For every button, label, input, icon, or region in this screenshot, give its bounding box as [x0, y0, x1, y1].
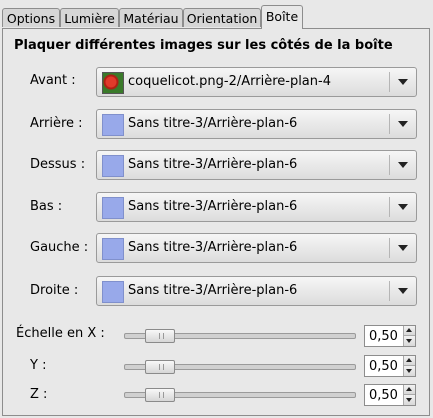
spin-up-icon[interactable] [403, 326, 415, 336]
tab-options[interactable]: Options [2, 8, 60, 27]
face-label-droite: Droite : [30, 283, 79, 298]
combo-separator [389, 155, 390, 175]
scale-y-label: Y : [30, 358, 47, 373]
spin-up-icon[interactable] [403, 356, 415, 366]
face-label-dessus: Dessus : [30, 157, 86, 172]
spin-value: 0,50 [369, 329, 398, 344]
poppy-thumbnail-icon [102, 72, 124, 94]
scale-z-spinbutton[interactable]: 0,50 [364, 384, 416, 406]
scale-z-label: Z : [30, 387, 48, 402]
face-label-arriere: Arrière : [30, 116, 83, 131]
blue-swatch-icon [102, 155, 124, 177]
blue-swatch-icon [102, 238, 124, 260]
chevron-down-icon [398, 204, 408, 210]
tab-materiau[interactable]: Matériau [119, 8, 183, 27]
face-combo-value: Sans titre-3/Arrière-plan-6 [128, 116, 298, 131]
scale-y-spinbutton[interactable]: 0,50 [364, 355, 416, 377]
chevron-down-icon [398, 288, 408, 294]
spin-down-icon[interactable] [403, 336, 415, 346]
scale-x-spinbutton[interactable]: 0,50 [364, 325, 416, 347]
tab-label: Matériau [123, 11, 179, 26]
face-combo-value: Sans titre-3/Arrière-plan-6 [128, 199, 298, 214]
face-label-gauche: Gauche : [30, 240, 89, 255]
combo-separator [389, 197, 390, 217]
face-combo-bas[interactable]: Sans titre-3/Arrière-plan-6 [96, 192, 417, 222]
slider-handle[interactable] [145, 388, 175, 402]
spin-value: 0,50 [369, 388, 398, 403]
face-combo-value: Sans titre-3/Arrière-plan-6 [128, 240, 298, 255]
chevron-down-icon [398, 162, 408, 168]
face-combo-droite[interactable]: Sans titre-3/Arrière-plan-6 [96, 276, 417, 306]
blue-swatch-icon [102, 281, 124, 303]
spin-down-icon[interactable] [403, 366, 415, 376]
scale-x-slider[interactable] [124, 329, 356, 343]
blue-swatch-icon [102, 197, 124, 219]
tab-label: Options [6, 11, 56, 26]
combo-separator [389, 281, 390, 301]
combo-separator [389, 114, 390, 134]
tab-label: Boîte [265, 9, 299, 24]
face-combo-gauche[interactable]: Sans titre-3/Arrière-plan-6 [96, 233, 417, 263]
spin-value: 0,50 [369, 359, 398, 374]
scale-z-slider[interactable] [124, 388, 356, 402]
chevron-down-icon [398, 245, 408, 251]
face-label-bas: Bas : [30, 199, 63, 214]
blue-swatch-icon [102, 114, 124, 136]
face-combo-value: Sans titre-3/Arrière-plan-6 [128, 157, 298, 172]
tab-label: Orientation [186, 11, 258, 26]
face-combo-value: Sans titre-3/Arrière-plan-6 [128, 283, 298, 298]
tab-orientation[interactable]: Orientation [183, 8, 261, 27]
scale-x-label: Échelle en X : [16, 326, 105, 341]
tab-boite[interactable]: Boîte [261, 5, 303, 29]
chevron-down-icon [398, 79, 408, 85]
tab-lumiere[interactable]: Lumière [60, 8, 119, 27]
tab-label: Lumière [64, 11, 115, 26]
face-combo-value: coquelicot.png-2/Arrière-plan-4 [128, 74, 331, 89]
chevron-down-icon [398, 121, 408, 127]
face-combo-avant[interactable]: coquelicot.png-2/Arrière-plan-4 [96, 67, 417, 97]
slider-handle[interactable] [145, 329, 175, 343]
face-label-avant: Avant : [30, 73, 76, 88]
section-heading: Plaquer différentes images sur les côtés… [14, 38, 393, 53]
scale-y-slider[interactable] [124, 360, 356, 374]
face-combo-arriere[interactable]: Sans titre-3/Arrière-plan-6 [96, 109, 417, 139]
combo-separator [389, 238, 390, 258]
combo-separator [389, 72, 390, 92]
slider-handle[interactable] [145, 360, 175, 374]
face-combo-dessus[interactable]: Sans titre-3/Arrière-plan-6 [96, 150, 417, 180]
spin-up-icon[interactable] [403, 385, 415, 395]
spin-down-icon[interactable] [403, 395, 415, 405]
